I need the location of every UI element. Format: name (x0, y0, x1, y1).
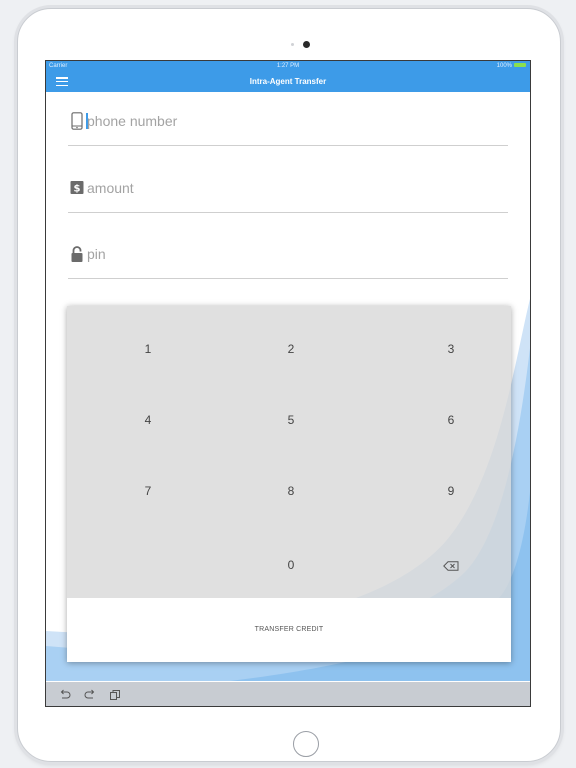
page-title: Intra-Agent Transfer (249, 77, 327, 86)
key-3[interactable]: 3 (411, 329, 491, 369)
status-time: 1:27 PM (276, 63, 300, 69)
sensor (291, 43, 294, 46)
front-camera (303, 41, 310, 48)
key-9[interactable]: 9 (411, 471, 491, 511)
pin-field (68, 224, 508, 279)
key-8[interactable]: 8 (251, 471, 331, 511)
key-7[interactable]: 7 (108, 471, 188, 511)
phone-number-field (68, 91, 508, 146)
backspace-icon (443, 561, 459, 571)
key-6[interactable]: 6 (411, 400, 491, 440)
backspace-key[interactable] (411, 545, 491, 585)
numeric-keypad: 1 2 3 4 5 6 7 8 9 0 (67, 306, 511, 598)
key-1[interactable]: 1 (108, 329, 188, 369)
key-5[interactable]: 5 (251, 400, 331, 440)
dollar-sign-icon: $ (70, 181, 84, 195)
redo-icon[interactable] (84, 689, 96, 701)
battery-icon (514, 63, 526, 68)
pin-input[interactable] (87, 242, 487, 266)
mobile-phone-icon (71, 112, 83, 130)
key-2[interactable]: 2 (251, 329, 331, 369)
keyboard-shortcut-bar (46, 682, 530, 706)
amount-field: $ (68, 158, 508, 213)
amount-input[interactable] (87, 176, 487, 200)
phone-number-input[interactable] (87, 109, 487, 133)
transfer-bar: TRANSFER CREDIT (67, 598, 511, 662)
app-screen: Carrier 1:27 PM 100% Intra-Agent Transfe… (45, 60, 531, 707)
status-bar: Carrier 1:27 PM 100% (46, 61, 530, 71)
lock-icon (71, 246, 83, 262)
undo-icon[interactable] (59, 689, 71, 701)
nav-bar: Intra-Agent Transfer (46, 71, 530, 92)
transfer-credit-button[interactable]: TRANSFER CREDIT (67, 598, 511, 662)
battery-indicator: 100% (497, 61, 526, 71)
battery-percent: 100% (496, 63, 512, 69)
key-4[interactable]: 4 (108, 400, 188, 440)
svg-text:$: $ (74, 184, 81, 195)
key-0[interactable]: 0 (251, 545, 331, 585)
home-button[interactable] (293, 731, 319, 757)
paste-icon[interactable] (109, 689, 121, 701)
keypad-panel: 1 2 3 4 5 6 7 8 9 0 TRANSFER CREDIT (67, 306, 511, 662)
